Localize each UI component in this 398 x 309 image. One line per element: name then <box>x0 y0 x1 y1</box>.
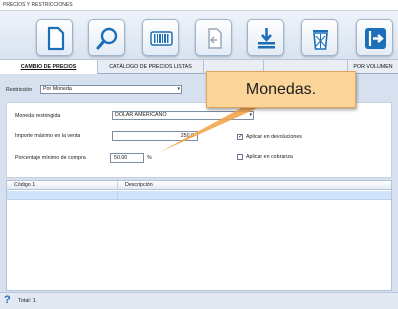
apply-returns-label: Aplicar en devoluciones <box>246 134 302 140</box>
currency-select[interactable]: DOLAR AMERICANO ▾ <box>112 111 254 120</box>
toolbar <box>0 11 398 60</box>
callout-tooltip: Monedas. <box>206 71 356 108</box>
tab-catalogo-precios-listas[interactable]: CATÁLOGO DE PRECIOS LISTAS <box>98 60 204 74</box>
total-count: Total: 1 <box>18 298 36 304</box>
column-header-codigo[interactable]: Código 1 <box>7 181 118 190</box>
exit-icon <box>365 28 386 49</box>
apply-collection-label: Aplicar en cobranza <box>246 154 293 160</box>
download-button[interactable] <box>247 19 284 56</box>
new-document-icon <box>47 26 65 51</box>
currency-value: DOLAR AMERICANO <box>115 112 167 118</box>
max-amount-label: Importe máximo en la venta <box>15 133 81 139</box>
barcode-icon <box>150 31 173 46</box>
restriction-label: Restricción <box>6 87 33 93</box>
status-bar: ? Total: 1 <box>0 292 398 309</box>
import-icon <box>208 28 222 49</box>
tab-cambio-de-precios[interactable]: CAMBIO DE PRECIOS <box>0 60 98 74</box>
exit-button[interactable] <box>356 19 393 56</box>
chevron-down-icon: ▾ <box>249 112 252 118</box>
import-button[interactable] <box>195 19 232 56</box>
barcode-button[interactable] <box>142 19 179 56</box>
max-amount-input[interactable]: 250.0 <box>112 131 198 141</box>
search-button[interactable] <box>88 19 125 56</box>
grid-header: Código 1 Descripción <box>7 181 391 190</box>
restriction-form: Moneda restringida DOLAR AMERICANO ▾ Imp… <box>6 102 392 178</box>
table-row[interactable] <box>7 191 391 200</box>
data-grid: Código 1 Descripción <box>6 180 392 291</box>
min-percent-input[interactable]: 50.00 <box>110 153 144 163</box>
help-icon[interactable]: ? <box>4 294 11 306</box>
download-icon <box>258 28 275 49</box>
window-title: PRECIOS Y RESTRICCIONES <box>0 0 398 11</box>
currency-label: Moneda restringida <box>15 113 61 119</box>
apply-returns-checkbox[interactable]: ✓ <box>237 134 243 140</box>
min-percent-label: Porcentaje mínimo de compra <box>15 155 86 161</box>
search-icon <box>96 27 118 50</box>
percent-unit: % <box>147 155 152 161</box>
delete-button[interactable] <box>301 19 338 56</box>
apply-collection-checkbox[interactable] <box>237 154 243 160</box>
table-cell[interactable] <box>118 191 391 200</box>
restriction-select[interactable]: Por Moneda ▾ <box>40 85 182 94</box>
restriction-value: Por Moneda <box>43 86 72 92</box>
chevron-down-icon: ▾ <box>177 86 180 92</box>
trash-icon <box>313 30 328 50</box>
table-cell[interactable] <box>7 191 118 200</box>
new-button[interactable] <box>36 19 73 56</box>
column-header-descripcion[interactable]: Descripción <box>118 181 391 190</box>
